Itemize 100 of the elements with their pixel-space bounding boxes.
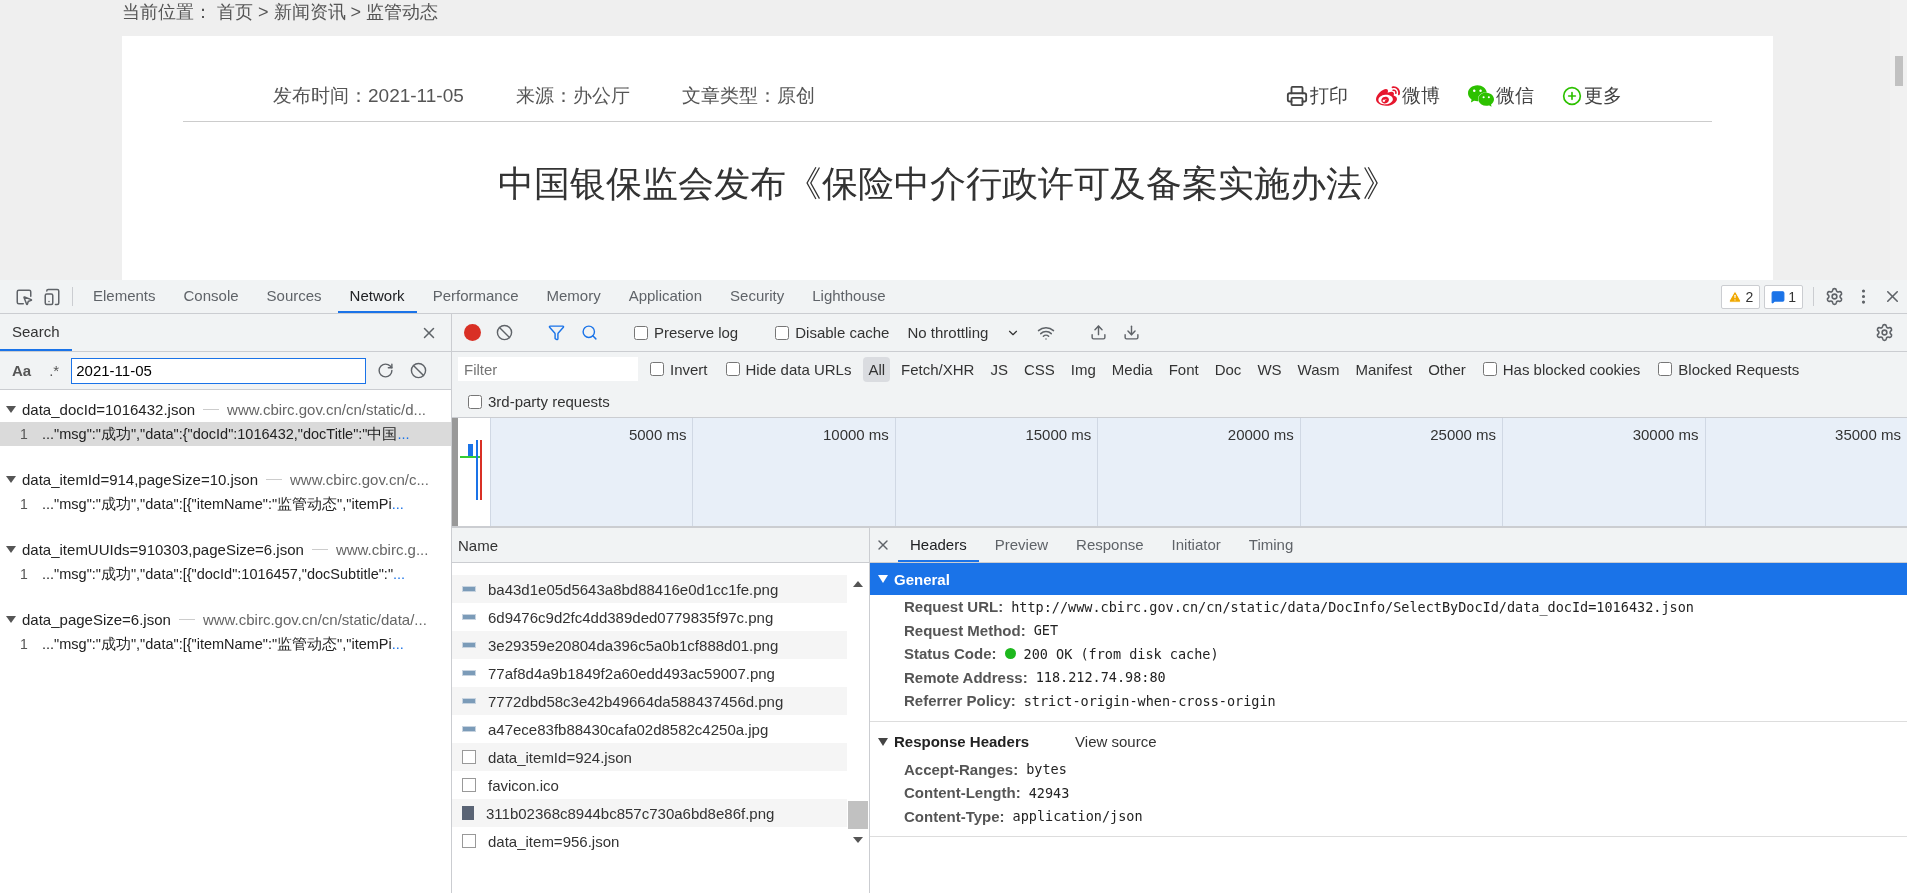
breadcrumb: 当前位置： 首页 > 新闻资讯 > 监管动态	[122, 1, 440, 24]
result-url: www.cbirc.gov.cn/cn/static/d...	[227, 400, 427, 418]
match-text: ..."msg":"成功","data":[{"docId":1016457,"docSubtitle":"	[42, 564, 394, 584]
result-line[interactable]: 1 ..."msg":"成功","data":[{"docId":1016457,"docSubtitle":"...	[0, 562, 451, 586]
section-header[interactable]: General	[870, 563, 1907, 595]
checkbox[interactable]	[650, 362, 664, 376]
devtools-tab[interactable]: Application	[616, 280, 715, 313]
result-file[interactable]: data_pageSize=6.json	[22, 610, 171, 628]
timeline-overview[interactable]: 5000 ms 10000 ms 15000 ms 20000 ms 25000 ms 30000 ms 35000 ms	[452, 418, 1907, 528]
time-tick: 15000 ms	[894, 418, 1098, 526]
checkbox[interactable]	[725, 362, 740, 376]
type-filter[interactable]: JS	[985, 356, 1013, 382]
result-file[interactable]: data_docId=1016432.json	[22, 400, 196, 418]
type-filter[interactable]: Manifest	[1350, 356, 1418, 382]
more-link[interactable]: ...	[391, 496, 404, 512]
line-number: 1	[20, 566, 29, 582]
header-key: Content-Type:	[904, 807, 1005, 825]
type-filter[interactable]: Fetch/XHR	[896, 356, 980, 382]
document-icon	[462, 750, 476, 764]
share-link[interactable]: 微信	[1468, 82, 1534, 109]
throttling-dropdown[interactable]: No throttling	[901, 323, 1027, 342]
time-tick: 30000 ms	[1502, 418, 1705, 526]
request-row[interactable]: 311b02368c8944bc857c730a6bd8e86f.png	[452, 799, 847, 827]
detail-tab[interactable]: Preview	[982, 528, 1061, 562]
scroll-thumb[interactable]	[848, 801, 868, 829]
request-row[interactable]: 7772dbd58c3e42b49664da588437456d.png	[452, 687, 847, 715]
type-filter[interactable]: Font	[1163, 356, 1204, 382]
more-link[interactable]: ...	[393, 566, 406, 582]
expand-arrow-icon[interactable]	[6, 405, 16, 413]
detail-tab[interactable]: Response	[1064, 528, 1156, 562]
section-header[interactable]: Response Headers View source	[870, 725, 1907, 758]
match-text: ..."msg":"成功","data":[{"itemName":"监管动态","itemPi	[42, 494, 392, 514]
article-meta: 文章类型：原创	[681, 83, 815, 108]
printer-icon	[1286, 84, 1308, 107]
header-value: application/json	[1012, 808, 1143, 825]
search-field[interactable]: 2021-11-05	[71, 357, 367, 384]
result-file[interactable]: data_itemId=914,pageSize=10.json	[22, 470, 258, 488]
blocked-cookies-label: Has blocked cookies	[1502, 360, 1641, 378]
plus-circle-icon	[1562, 85, 1582, 106]
expand-arrow-icon[interactable]	[6, 545, 16, 553]
devtools-tab[interactable]: Performance	[420, 280, 531, 313]
scroll-down-icon[interactable]	[853, 837, 863, 843]
name-column-header[interactable]: Name	[452, 528, 869, 563]
share-link[interactable]: 更多	[1562, 82, 1622, 109]
regex-button[interactable]: .*	[43, 362, 66, 379]
result-url: www.cbirc.g...	[335, 540, 429, 558]
type-filter[interactable]: WS	[1252, 356, 1287, 382]
devtools-tab[interactable]: Console	[171, 280, 251, 313]
header-value: http://www.cbirc.gov.cn/cn/static/data/DocInfo/SelectByDocId/data_docId=1016432.json	[1011, 598, 1694, 615]
messages-badge[interactable]: 1	[1764, 284, 1803, 309]
share-link[interactable]: 打印	[1286, 82, 1348, 109]
type-filter[interactable]: Other	[1423, 356, 1471, 382]
line-number: 1	[20, 426, 29, 442]
document-icon	[462, 778, 476, 792]
view-source-link[interactable]: View source	[1075, 733, 1157, 750]
checkbox[interactable]	[468, 394, 482, 409]
photo-placeholder	[462, 806, 474, 820]
type-filter[interactable]: CSS	[1018, 356, 1060, 382]
type-filter[interactable]: All	[863, 356, 891, 382]
disable-cache-label: Disable cache	[795, 324, 890, 341]
type-filter[interactable]: Wasm	[1292, 356, 1345, 382]
request-row[interactable]: ba43d1e05d5643a8bd88416e0d1cc1fe.png	[452, 575, 847, 603]
time-tick: 5000 ms	[490, 418, 693, 526]
devtools-tab[interactable]: Security	[718, 280, 797, 313]
type-filter[interactable]: Img	[1065, 356, 1101, 382]
devtools-tab[interactable]: Memory	[534, 280, 613, 313]
filter-field[interactable]: Filter	[458, 357, 638, 381]
expand-arrow-icon[interactable]	[6, 475, 16, 483]
more-link[interactable]: ...	[391, 636, 404, 652]
expand-arrow-icon[interactable]	[878, 737, 888, 746]
time-tick: 10000 ms	[692, 418, 895, 526]
record-button[interactable]	[464, 324, 481, 341]
time-tick: 35000 ms	[1704, 418, 1907, 526]
detail-tab[interactable]: Initiator	[1159, 528, 1233, 562]
result-line[interactable]: 1 ..."msg":"成功","data":[{"itemName":"监管动态","itemPi...	[0, 492, 451, 516]
type-filter[interactable]: Doc	[1209, 356, 1247, 382]
checkbox[interactable]	[634, 325, 648, 340]
warnings-badge[interactable]: 2	[1721, 284, 1761, 309]
weibo-icon	[1376, 83, 1400, 108]
article-title: 中国银保监会发布《保险中介行政许可及备案实施办法》	[496, 162, 1399, 206]
image-thumbnail-icon	[462, 614, 476, 620]
match-case-button[interactable]: Aa	[6, 362, 38, 379]
type-filter[interactable]: Media	[1106, 356, 1158, 382]
checkbox[interactable]	[1482, 362, 1497, 376]
devtools-tab[interactable]: Elements	[81, 280, 168, 313]
result-line[interactable]: 1 ..."msg":"成功","data":[{"itemName":"监管动态","itemPi...	[0, 632, 451, 656]
devtools-tab[interactable]: Sources	[254, 280, 334, 313]
scroll-up-icon[interactable]	[853, 581, 863, 587]
header-key: Remote Address:	[904, 668, 1028, 686]
wechat-icon	[1468, 82, 1494, 109]
header-key: Status Code:	[904, 645, 997, 663]
request-row[interactable]: 3e29359e20804da396c5a0b1cf888d01.png	[452, 631, 847, 659]
devtools-tab[interactable]: Lighthouse	[800, 280, 898, 313]
checkbox[interactable]	[1658, 362, 1673, 376]
request-row[interactable]: data_itemId=924.json	[452, 743, 847, 771]
share-link[interactable]: 微博	[1376, 82, 1440, 109]
result-file[interactable]: data_itemUUIds=910303,pageSize=6.json	[22, 540, 304, 558]
checkbox[interactable]	[775, 325, 790, 340]
detail-tab[interactable]: Timing	[1236, 528, 1306, 562]
expand-arrow-icon[interactable]	[6, 615, 16, 623]
